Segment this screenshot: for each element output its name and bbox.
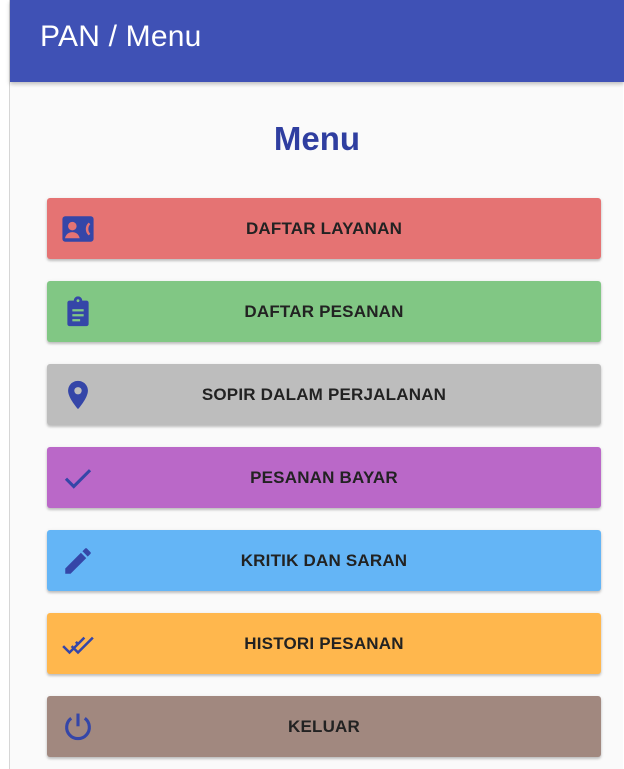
sopir-dalam-perjalanan-label: SOPIR DALAM PERJALANAN [201,385,447,404]
kritik-dan-saran-label: KRITIK DAN SARAN [240,551,408,570]
pesanan-bayar-button[interactable]: PESANAN BAYAR [47,447,601,508]
histori-pesanan-button[interactable]: HISTORI PESANAN [47,613,601,674]
app-screen: PAN / Menu Menu DAFTAR LAYANAN DAFTAR PE [9,0,624,769]
app-bar-title: PAN / Menu [40,20,202,53]
sopir-dalam-perjalanan-button[interactable]: SOPIR DALAM PERJALANAN [47,364,601,425]
pesanan-bayar-label: PESANAN BAYAR [250,468,398,487]
keluar-label: KELUAR [287,717,361,736]
histori-pesanan-label: HISTORI PESANAN [244,634,404,653]
kritik-dan-saran-button[interactable]: KRITIK DAN SARAN [47,530,601,591]
daftar-pesanan-label: DAFTAR PESANAN [244,302,404,321]
daftar-layanan-label: DAFTAR LAYANAN [245,219,403,238]
page-title: Menu [273,120,361,157]
daftar-pesanan-button[interactable]: DAFTAR PESANAN [47,281,601,342]
keluar-button[interactable]: KELUAR [47,696,601,757]
daftar-layanan-button[interactable]: DAFTAR LAYANAN [47,198,601,259]
app-bar: PAN / Menu [10,0,624,82]
